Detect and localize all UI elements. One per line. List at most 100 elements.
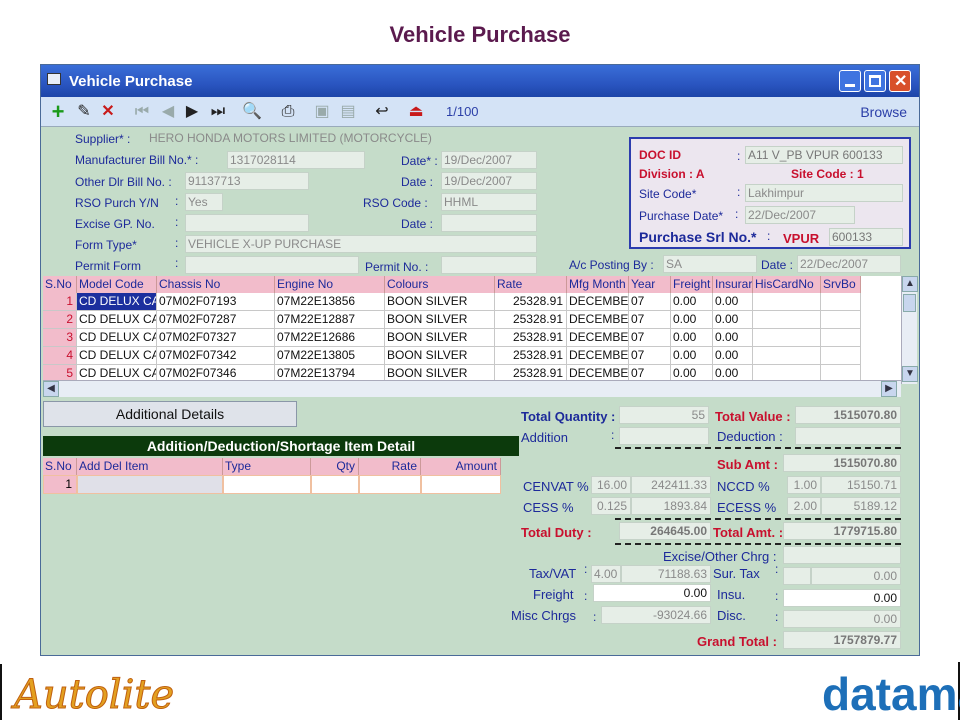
table-cell[interactable]: 07	[629, 329, 671, 347]
minimize-button[interactable]	[839, 70, 861, 92]
insurance-field[interactable]: 0.00	[783, 589, 901, 607]
nccd-pct-field[interactable]: 1.00	[787, 476, 821, 494]
table-cell[interactable]: BOON SILVER	[385, 311, 495, 329]
permit-form-field[interactable]	[185, 256, 359, 274]
row-number[interactable]: 1	[43, 293, 77, 311]
scroll-thumb[interactable]	[903, 294, 916, 312]
excise-gp-field[interactable]	[185, 214, 309, 232]
table-cell[interactable]: CD DELUX CAST	[77, 329, 157, 347]
table-cell[interactable]: 0.00	[671, 293, 713, 311]
first-record-icon[interactable]: ⏮	[131, 101, 153, 123]
table-cell[interactable]	[753, 329, 821, 347]
table-cell[interactable]	[821, 347, 861, 365]
save-icon[interactable]: ▣	[311, 101, 333, 123]
ac-posting-field[interactable]: SA	[663, 255, 757, 273]
column-header[interactable]: Insurar	[713, 276, 753, 293]
posting-date-field[interactable]: 22/Dec/2007	[797, 255, 901, 273]
column-header[interactable]: Year	[629, 276, 671, 293]
additional-details-button[interactable]: Additional Details	[43, 401, 297, 427]
supplier-field[interactable]: HERO HONDA MOTORS LIMITED (MOTORCYCLE)	[147, 130, 537, 148]
cancel-icon[interactable]: ▤	[337, 101, 359, 123]
addition-cell[interactable]	[359, 475, 421, 494]
table-cell[interactable]	[753, 347, 821, 365]
table-cell[interactable]	[753, 311, 821, 329]
table-cell[interactable]: 25328.91	[495, 329, 567, 347]
grid-vertical-scrollbar[interactable]: ▲ ▼	[901, 276, 918, 384]
table-cell[interactable]: 07M02F07287	[157, 311, 275, 329]
form-type-field[interactable]: VEHICLE X-UP PURCHASE	[185, 235, 537, 253]
edit-icon[interactable]: ✎	[73, 101, 95, 123]
column-header[interactable]: Freight	[671, 276, 713, 293]
table-cell[interactable]: DECEMBE	[567, 329, 629, 347]
table-cell[interactable]: 0.00	[713, 329, 753, 347]
row-number[interactable]: 3	[43, 329, 77, 347]
table-cell[interactable]	[753, 293, 821, 311]
column-header[interactable]: HisCardNo	[753, 276, 821, 293]
permit-no-field[interactable]	[441, 256, 537, 274]
table-cell[interactable]: 07	[629, 311, 671, 329]
table-cell[interactable]: 0.00	[713, 311, 753, 329]
grid-horizontal-scrollbar[interactable]: ◀ ▶	[43, 380, 901, 397]
table-cell[interactable]: BOON SILVER	[385, 329, 495, 347]
table-cell[interactable]: 0.00	[713, 347, 753, 365]
table-cell[interactable]: 07M02F07193	[157, 293, 275, 311]
purchase-date-field[interactable]: 22/Dec/2007	[745, 206, 855, 224]
undo-icon[interactable]: ↩	[371, 101, 393, 123]
table-cell[interactable]: 25328.91	[495, 347, 567, 365]
other-bill-field[interactable]: 91137713	[185, 172, 309, 190]
table-cell[interactable]: DECEMBE	[567, 311, 629, 329]
discount-field[interactable]: 0.00	[783, 610, 901, 628]
scroll-down-icon[interactable]: ▼	[902, 366, 918, 382]
table-cell[interactable]: 0.00	[671, 311, 713, 329]
column-header[interactable]: S.No	[43, 276, 77, 293]
misc-charges-field[interactable]: -93024.66	[601, 606, 711, 624]
addition-cell[interactable]	[223, 475, 311, 494]
column-header[interactable]: Colours	[385, 276, 495, 293]
row-number[interactable]: 2	[43, 311, 77, 329]
scroll-right-icon[interactable]: ▶	[881, 381, 897, 397]
cess-pct-field[interactable]: 0.125	[591, 497, 631, 515]
table-cell[interactable]: 07M22E13805	[275, 347, 385, 365]
table-cell[interactable]: CD DELUX CAST	[77, 311, 157, 329]
last-record-icon[interactable]: ⏭	[207, 101, 229, 123]
sur-tax-pct-field[interactable]	[783, 567, 811, 585]
scroll-up-icon[interactable]: ▲	[902, 276, 918, 292]
table-cell[interactable]	[821, 293, 861, 311]
row-number[interactable]: 4	[43, 347, 77, 365]
site-code-field[interactable]: Lakhimpur	[745, 184, 903, 202]
table-cell[interactable]	[821, 311, 861, 329]
delete-icon[interactable]: ✕	[97, 101, 119, 123]
exit-icon[interactable]: ⏏	[405, 101, 427, 123]
table-cell[interactable]: 07	[629, 347, 671, 365]
rso-code-field[interactable]: HHML	[441, 193, 537, 211]
print-icon[interactable]: ⎙	[277, 101, 299, 123]
column-header[interactable]: Model Code	[77, 276, 157, 293]
scroll-left-icon[interactable]: ◀	[43, 381, 59, 397]
rso-purch-field[interactable]: Yes	[185, 193, 223, 211]
column-header[interactable]: Rate	[495, 276, 567, 293]
table-cell[interactable]: DECEMBE	[567, 347, 629, 365]
table-cell[interactable]: BOON SILVER	[385, 293, 495, 311]
table-cell[interactable]: CD DELUX CAST	[77, 347, 157, 365]
find-binoculars-icon[interactable]: 🔍	[241, 101, 263, 123]
table-cell[interactable]: 25328.91	[495, 311, 567, 329]
column-header[interactable]: Engine No	[275, 276, 385, 293]
bill-date-field[interactable]: 19/Dec/2007	[441, 151, 537, 169]
ecess-pct-field[interactable]: 2.00	[787, 497, 821, 515]
addition-cell[interactable]	[311, 475, 359, 494]
table-cell[interactable]: BOON SILVER	[385, 347, 495, 365]
next-record-icon[interactable]: ▶	[181, 101, 203, 123]
maximize-button[interactable]	[864, 70, 886, 92]
addition-cell[interactable]	[421, 475, 501, 494]
table-cell[interactable]: 07M22E13856	[275, 293, 385, 311]
freight-field[interactable]: 0.00	[593, 584, 711, 602]
row-number[interactable]: 1	[43, 475, 77, 494]
table-cell[interactable]: 25328.91	[495, 293, 567, 311]
close-button[interactable]: ✕	[889, 70, 911, 92]
excise-date-field[interactable]	[441, 214, 537, 232]
table-cell[interactable]: CD DELUX CAST	[77, 293, 157, 311]
column-header[interactable]: Mfg Month	[567, 276, 629, 293]
table-cell[interactable]: 07	[629, 293, 671, 311]
manufacturer-bill-field[interactable]: 1317028114	[227, 151, 365, 169]
tax-vat-pct-field[interactable]: 4.00	[591, 565, 621, 583]
